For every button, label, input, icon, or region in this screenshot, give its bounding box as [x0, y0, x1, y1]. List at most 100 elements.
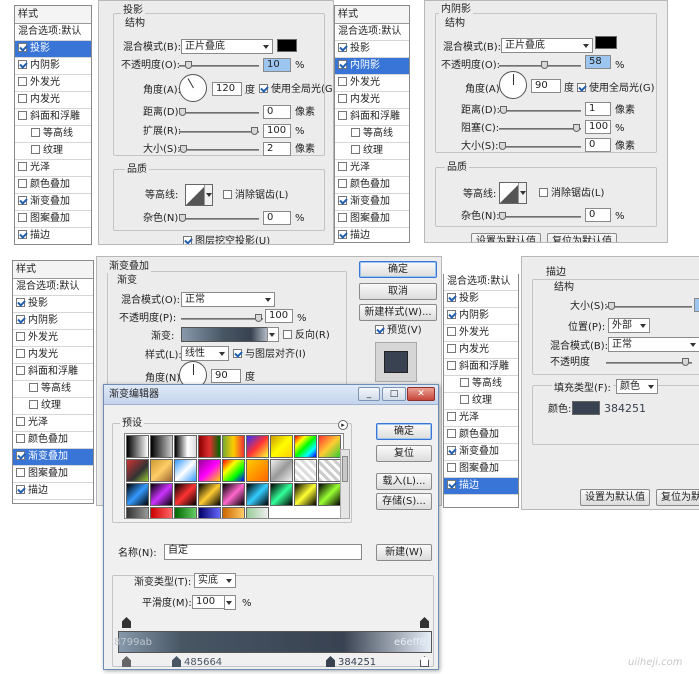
smoothness-input[interactable]: 100	[192, 595, 226, 609]
slider-thumb[interactable]	[541, 61, 548, 69]
antialias-checkbox[interactable]: 消除锯齿(L)	[539, 188, 604, 200]
slider-thumb[interactable]	[500, 106, 507, 114]
distance-slider[interactable]	[179, 108, 259, 116]
noise-input[interactable]: 0	[263, 211, 291, 225]
checkbox-icon[interactable]	[447, 463, 456, 472]
slider-thumb[interactable]	[251, 127, 258, 135]
reset-default-button[interactable]: 复位为默认	[656, 489, 699, 506]
preset-swatch[interactable]	[174, 459, 197, 482]
checkbox-icon[interactable]	[447, 429, 456, 438]
preset-swatch[interactable]	[318, 459, 341, 482]
size-slider[interactable]	[499, 142, 581, 150]
style-item-inner-shadow[interactable]: 内阴影	[335, 58, 409, 75]
checkbox-icon[interactable]	[16, 417, 25, 426]
checkbox-icon[interactable]	[351, 128, 360, 137]
angle-input[interactable]: 90	[211, 369, 241, 383]
checkbox-icon[interactable]	[460, 378, 469, 387]
preset-swatch[interactable]	[246, 435, 269, 458]
style-item-outer-glow[interactable]: 外发光	[15, 75, 91, 92]
preset-swatch[interactable]	[174, 483, 197, 506]
style-item-outer-glow[interactable]: 外发光	[444, 325, 518, 342]
style-item-inner-glow[interactable]: 内发光	[335, 92, 409, 109]
checkbox-icon[interactable]	[183, 236, 192, 244]
window-titlebar[interactable]: 渐变编辑器 _ □ ✕	[104, 385, 438, 405]
preset-swatch[interactable]	[126, 483, 149, 506]
spread-slider[interactable]	[179, 127, 259, 135]
slider-thumb[interactable]	[608, 302, 615, 310]
style-item-inner-glow[interactable]: 内发光	[15, 92, 91, 109]
style-item-outer-glow[interactable]: 外发光	[335, 75, 409, 92]
checkbox-icon[interactable]	[233, 349, 242, 358]
style-item-satin[interactable]: 光泽	[15, 160, 91, 177]
opacity-slider[interactable]	[499, 61, 581, 69]
checkbox-icon[interactable]	[16, 366, 25, 375]
checkbox-icon[interactable]	[16, 468, 25, 477]
preset-swatch[interactable]	[246, 459, 269, 482]
slider-thumb[interactable]	[185, 61, 192, 69]
opacity-slider[interactable]	[179, 61, 259, 69]
preset-swatch[interactable]	[198, 459, 221, 482]
checkbox-icon[interactable]	[338, 77, 347, 86]
style-item-inner-glow[interactable]: 内发光	[13, 347, 93, 364]
preset-swatch[interactable]	[222, 483, 245, 506]
preset-swatch[interactable]	[150, 435, 173, 458]
checkbox-icon[interactable]	[31, 128, 40, 137]
new-style-button[interactable]: 新建样式(W)...	[359, 304, 437, 321]
checkbox-icon[interactable]	[447, 446, 456, 455]
size-input[interactable]	[694, 298, 699, 312]
style-item-stroke[interactable]: 描边	[335, 228, 409, 242]
checkbox-icon[interactable]	[539, 188, 548, 197]
style-item-satin[interactable]: 光泽	[444, 410, 518, 427]
checkbox-icon[interactable]	[223, 190, 232, 199]
style-item-inner-glow[interactable]: 内发光	[444, 342, 518, 359]
style-item-bevel[interactable]: 斜面和浮雕	[444, 359, 518, 376]
new-gradient-button[interactable]: 新建(W)	[376, 544, 432, 561]
checkbox-icon[interactable]	[447, 344, 456, 353]
choke-input[interactable]: 100	[585, 120, 611, 134]
size-slider[interactable]	[606, 302, 692, 310]
style-item-outer-glow[interactable]: 外发光	[13, 330, 93, 347]
checkbox-icon[interactable]	[338, 43, 347, 52]
preset-swatch[interactable]	[174, 435, 197, 458]
global-light-checkbox[interactable]: 使用全局光(G)	[259, 84, 333, 96]
slider-thumb[interactable]	[499, 142, 506, 150]
checkbox-icon[interactable]	[259, 84, 268, 93]
preset-swatch[interactable]	[222, 459, 245, 482]
close-button[interactable]: ✕	[407, 387, 435, 401]
preset-swatch[interactable]	[318, 483, 341, 506]
choke-slider[interactable]	[499, 124, 581, 132]
checkbox-icon[interactable]	[16, 434, 25, 443]
style-item-color-overlay[interactable]: 颜色叠加	[15, 177, 91, 194]
contour-picker[interactable]	[185, 184, 213, 206]
checkbox-icon[interactable]	[18, 162, 27, 171]
style-item-contour[interactable]: 等高线	[335, 126, 409, 143]
checkbox-icon[interactable]	[29, 400, 38, 409]
style-item-bevel[interactable]: 斜面和浮雕	[13, 364, 93, 381]
slider-thumb[interactable]	[682, 358, 689, 366]
slider-thumb[interactable]	[255, 314, 262, 322]
style-item-color-overlay[interactable]: 颜色叠加	[13, 432, 93, 449]
checkbox-icon[interactable]	[16, 298, 25, 307]
preset-swatch[interactable]	[198, 507, 221, 518]
minimize-button[interactable]: _	[358, 387, 380, 401]
shadow-color-swatch[interactable]	[595, 36, 617, 49]
style-item-contour[interactable]: 等高线	[15, 126, 91, 143]
style-item-bevel[interactable]: 斜面和浮雕	[15, 109, 91, 126]
style-item-contour[interactable]: 等高线	[13, 381, 93, 398]
checkbox-icon[interactable]	[577, 83, 586, 92]
cancel-button[interactable]: 取消	[359, 283, 437, 300]
preset-swatch[interactable]	[126, 459, 149, 482]
noise-input[interactable]: 0	[585, 208, 611, 222]
distance-input[interactable]: 0	[263, 105, 291, 119]
maximize-button[interactable]: □	[382, 387, 406, 401]
stroke-color-swatch[interactable]	[572, 401, 600, 415]
blend-mode-select[interactable]: 正片叠底	[501, 38, 593, 53]
checkbox-icon[interactable]	[16, 451, 25, 460]
style-item-stroke[interactable]: 描边	[444, 478, 518, 495]
angle-input[interactable]: 120	[212, 82, 242, 96]
preset-swatch[interactable]	[222, 507, 245, 518]
style-item-pattern-overlay[interactable]: 图案叠加	[444, 461, 518, 478]
blend-options-item[interactable]: 混合选项:默认	[15, 24, 91, 41]
load-button[interactable]: 载入(L)...	[376, 473, 432, 490]
save-button[interactable]: 存储(S)...	[376, 493, 432, 510]
